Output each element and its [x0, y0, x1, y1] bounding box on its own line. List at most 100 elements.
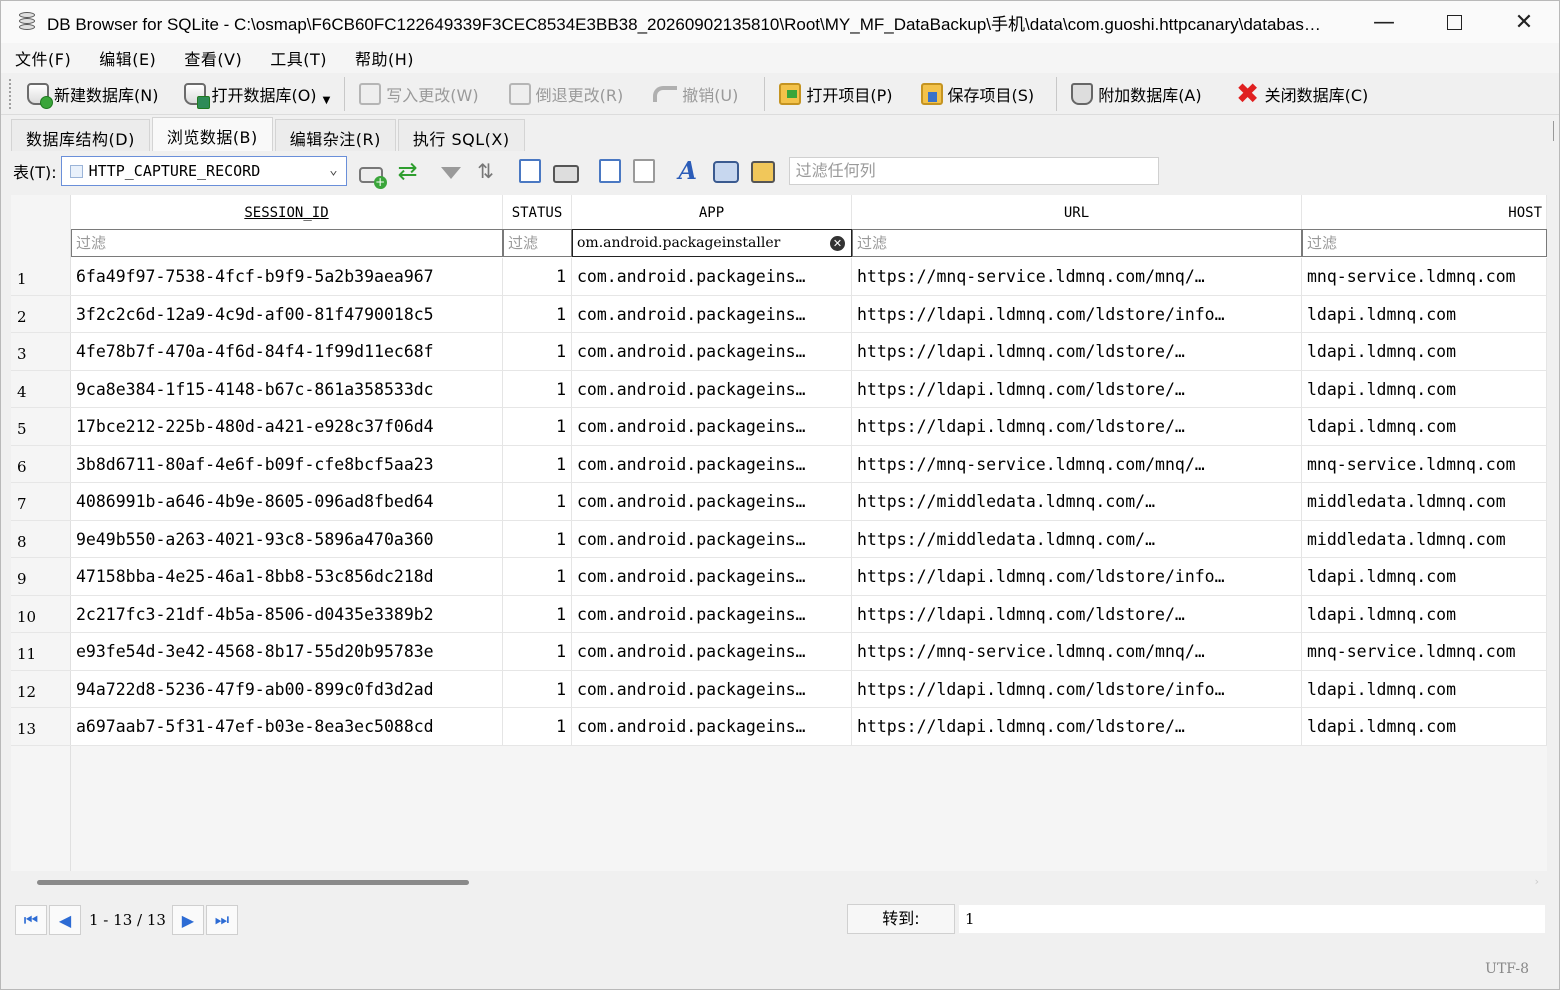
filter-session-id[interactable]: 过滤	[71, 229, 503, 257]
row-number[interactable]: 12	[11, 670, 71, 707]
attach-database-button[interactable]: 附加数据库(A)	[1063, 77, 1209, 111]
column-header-session-id[interactable]: SESSION_ID	[71, 195, 503, 229]
open-project-button[interactable]: 打开项目(P)	[771, 77, 900, 111]
cell-host[interactable]: ldapi.ldmnq.com	[1302, 370, 1547, 407]
cell-session-id[interactable]: e93fe54d-3e42-4568-8b17-55d20b95783e	[71, 633, 503, 670]
table-row[interactable]: 6 3b8d6711-80af-4e6f-b09f-cfe8bcf5aa23 1 co…	[11, 445, 1547, 483]
cell-session-id[interactable]: 4fe78b7f-470a-4f6d-84f4-1f99d11ec68f	[71, 333, 503, 370]
cell-url[interactable]: https://ldapi.ldmnq.com/ldstore/…	[852, 370, 1302, 407]
cell-app[interactable]: com.android.packageins…	[572, 558, 852, 595]
open-database-button[interactable]: 打开数据库(O) ▼	[176, 77, 338, 111]
filter-app[interactable]: om.android.packageinstaller ✕	[572, 229, 852, 257]
row-number[interactable]: 4	[11, 370, 71, 407]
filter-host[interactable]: 过滤	[1302, 229, 1547, 257]
cell-host[interactable]: ldapi.ldmnq.com	[1302, 295, 1547, 332]
cell-host[interactable]: ldapi.ldmnq.com	[1302, 708, 1547, 745]
row-number[interactable]: 3	[11, 333, 71, 370]
open-db-dropdown-icon[interactable]: ▼	[323, 95, 331, 106]
cell-host[interactable]: middledata.ldmnq.com	[1302, 483, 1547, 520]
cell-host[interactable]: ldapi.ldmnq.com	[1302, 670, 1547, 707]
last-page-button[interactable]: ⏭	[205, 905, 238, 935]
cell-url[interactable]: https://ldapi.ldmnq.com/ldstore/info…	[852, 558, 1302, 595]
cell-session-id[interactable]: 6fa49f97-7538-4fcf-b9f9-5a2b39aea967	[71, 258, 503, 295]
cell-app[interactable]: com.android.packageins…	[572, 445, 852, 482]
table-row[interactable]: 2 3f2c2c6d-12a9-4c9d-af00-81f4790018c5 1 co…	[11, 295, 1547, 333]
cell-app[interactable]: com.android.packageins…	[572, 520, 852, 557]
import-icon[interactable]	[598, 159, 621, 183]
cell-app[interactable]: com.android.packageins…	[572, 408, 852, 445]
replace-icon[interactable]	[750, 161, 775, 183]
cell-host[interactable]: mnq-service.ldmnq.com	[1302, 633, 1547, 670]
cell-session-id[interactable]: 9e49b550-a263-4021-93c8-5896a470a360	[71, 520, 503, 557]
cell-status[interactable]: 1	[503, 408, 572, 445]
cell-session-id[interactable]: 4086991b-a646-4b9e-8605-096ad8fbed64	[71, 483, 503, 520]
cell-app[interactable]: com.android.packageins…	[572, 670, 852, 707]
column-header-host[interactable]: HOST	[1302, 195, 1547, 229]
cell-app[interactable]: com.android.packageins…	[572, 595, 852, 632]
cell-status[interactable]: 1	[503, 258, 572, 295]
row-number[interactable]: 5	[11, 408, 71, 445]
cell-status[interactable]: 1	[503, 445, 572, 482]
cell-url[interactable]: https://ldapi.ldmnq.com/ldstore/info…	[852, 295, 1302, 332]
cell-host[interactable]: ldapi.ldmnq.com	[1302, 408, 1547, 445]
next-page-button[interactable]: ▶	[171, 905, 204, 935]
cell-app[interactable]: com.android.packageins…	[572, 295, 852, 332]
cell-status[interactable]: 1	[503, 708, 572, 745]
clear-filters-icon[interactable]	[440, 167, 461, 179]
save-project-button[interactable]: 保存项目(S)	[913, 77, 1043, 111]
sort-icon[interactable]: ⇅	[473, 158, 499, 184]
cell-url[interactable]: https://ldapi.ldmnq.com/ldstore/…	[852, 333, 1302, 370]
cell-host[interactable]: ldapi.ldmnq.com	[1302, 333, 1547, 370]
write-changes-button[interactable]: 写入更改(W)	[351, 77, 486, 111]
table-row[interactable]: 10 2c217fc3-21df-4b5a-8506-d0435e3389b2 1 c…	[11, 595, 1547, 633]
maximize-button[interactable]	[1419, 1, 1489, 43]
cell-session-id[interactable]: 94a722d8-5236-47f9-ab00-899c0fd3d2ad	[71, 670, 503, 707]
refresh-icon[interactable]: ⇄	[395, 158, 421, 184]
cell-status[interactable]: 1	[503, 558, 572, 595]
column-header-url[interactable]: URL	[852, 195, 1302, 229]
cell-url[interactable]: https://ldapi.ldmnq.com/ldstore/…	[852, 595, 1302, 632]
row-number[interactable]: 10	[11, 595, 71, 632]
undo-button[interactable]: 撤销(U)	[645, 77, 746, 111]
row-number[interactable]: 8	[11, 520, 71, 557]
cell-url[interactable]: https://mnq-service.ldmnq.com/mnq/…	[852, 258, 1302, 295]
cell-url[interactable]: https://ldapi.ldmnq.com/ldstore/…	[852, 708, 1302, 745]
cell-app[interactable]: com.android.packageins…	[572, 483, 852, 520]
cell-session-id[interactable]: 2c217fc3-21df-4b5a-8506-d0435e3389b2	[71, 595, 503, 632]
cell-status[interactable]: 1	[503, 333, 572, 370]
cell-host[interactable]: mnq-service.ldmnq.com	[1302, 258, 1547, 295]
clear-filter-icon[interactable]: ✕	[830, 236, 845, 251]
table-row[interactable]: 5 17bce212-225b-480d-a421-e928c37f06d4 1 co…	[11, 408, 1547, 446]
row-number[interactable]: 2	[11, 295, 71, 332]
font-icon[interactable]: A	[675, 158, 701, 184]
new-database-button[interactable]: 新建数据库(N)	[19, 77, 166, 111]
cell-app[interactable]: com.android.packageins…	[572, 633, 852, 670]
row-number[interactable]: 6	[11, 445, 71, 482]
menu-edit[interactable]: 编辑(E)	[99, 46, 156, 70]
table-row[interactable]: 13 a697aab7-5f31-47ef-b03e-8ea3ec5088cd 1 c…	[11, 708, 1547, 746]
column-header-app[interactable]: APP	[572, 195, 852, 229]
cell-host[interactable]: ldapi.ldmnq.com	[1302, 558, 1547, 595]
goto-input[interactable]: 1	[959, 905, 1545, 933]
table-row[interactable]: 9 47158bba-4e25-46a1-8bb8-53c856dc218d 1 co…	[11, 558, 1547, 596]
row-number[interactable]: 9	[11, 558, 71, 595]
table-row[interactable]: 8 9e49b550-a263-4021-93c8-5896a470a360 1 co…	[11, 520, 1547, 558]
cell-status[interactable]: 1	[503, 295, 572, 332]
menu-view[interactable]: 查看(V)	[184, 46, 242, 70]
cell-url[interactable]: https://middledata.ldmnq.com/…	[852, 520, 1302, 557]
row-number[interactable]: 13	[11, 708, 71, 745]
cell-status[interactable]: 1	[503, 483, 572, 520]
table-row[interactable]: 7 4086991b-a646-4b9e-8605-096ad8fbed64 1 co…	[11, 483, 1547, 521]
revert-changes-button[interactable]: 倒退更改(R)	[501, 77, 632, 111]
print-icon[interactable]	[552, 165, 579, 183]
cell-status[interactable]: 1	[503, 595, 572, 632]
cell-url[interactable]: https://ldapi.ldmnq.com/ldstore/info…	[852, 670, 1302, 707]
table-row[interactable]: 1 6fa49f97-7538-4fcf-b9f9-5a2b39aea967 1 co…	[11, 258, 1547, 296]
save-results-icon[interactable]	[518, 159, 541, 183]
prev-page-button[interactable]: ◀	[49, 905, 81, 935]
find-icon[interactable]	[712, 161, 739, 183]
cell-session-id[interactable]: a697aab7-5f31-47ef-b03e-8ea3ec5088cd	[71, 708, 503, 745]
tab-execute-sql[interactable]: 执行 SQL(X)	[397, 119, 525, 151]
table-row[interactable]: 12 94a722d8-5236-47f9-ab00-899c0fd3d2ad 1 c…	[11, 670, 1547, 708]
filter-url[interactable]: 过滤	[852, 229, 1302, 257]
